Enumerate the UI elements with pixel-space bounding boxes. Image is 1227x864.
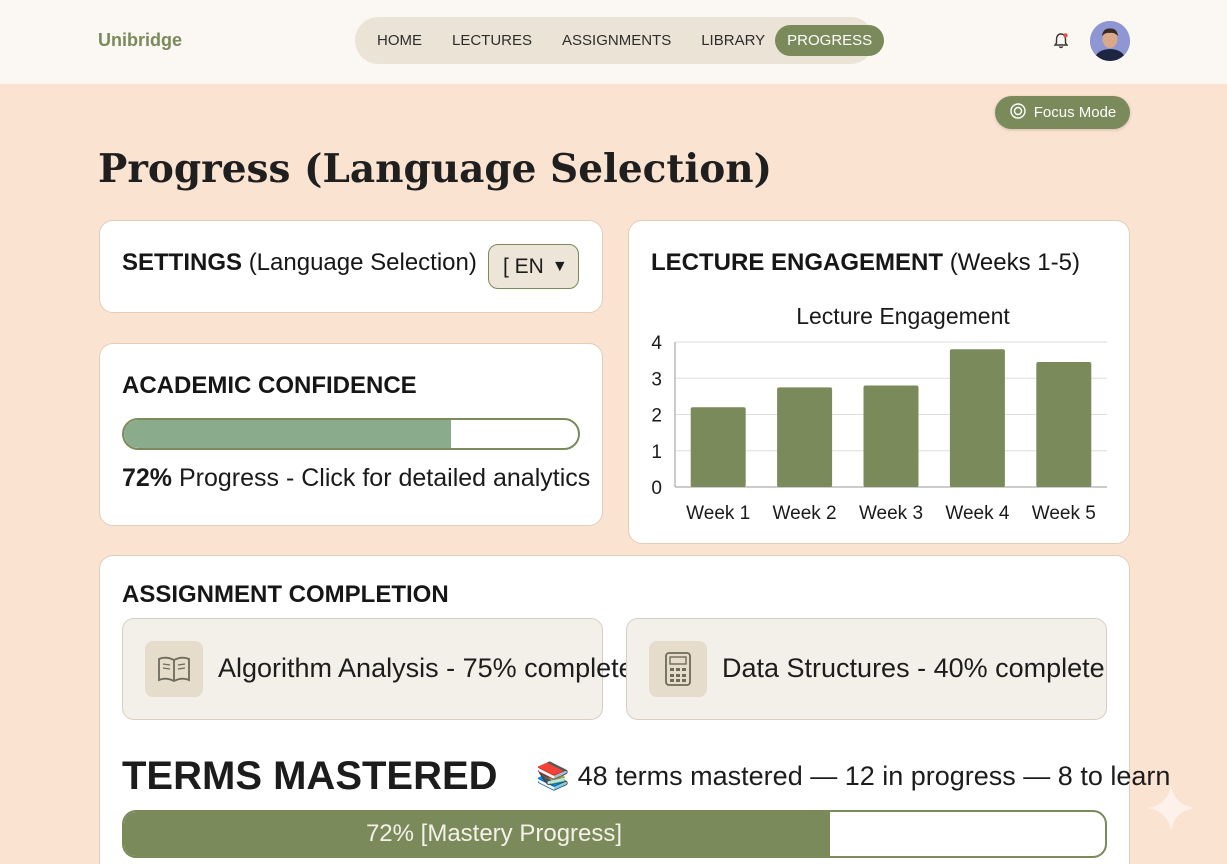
confidence-progress-fill [124,420,451,448]
settings-heading: SETTINGS (Language Selection) [122,249,477,277]
settings-heading-rest: (Language Selection) [248,249,477,276]
academic-confidence-card[interactable]: ACADEMIC CONFIDENCE 72% Progress - Click… [99,343,603,526]
confidence-caption: Progress - Click for detailed analytics [179,464,591,492]
nav-assignments[interactable]: ASSIGNMENTS [554,25,679,56]
engagement-bar-chart: Lecture Engagement 0 1 2 3 4 Week 1 Week 2 Week … [651,303,1107,524]
chart-bar [777,387,833,487]
bell-icon[interactable] [1051,31,1071,51]
chart-y-tick: 0 [651,478,662,499]
chart-x-tick: Week 3 [859,503,923,524]
sparkle-icon [1148,785,1194,831]
chart-x-tick: Week 5 [1032,503,1096,524]
terms-heading: TERMS MASTERED [122,754,498,798]
assignment-tile-data-structures[interactable]: Data Structures - 40% complete [626,618,1107,720]
chart-x-tick: Week 2 [773,503,837,524]
confidence-percent: 72% [122,464,173,492]
main-nav: HOME LECTURES ASSIGNMENTS LIBRARY PROGRE… [355,17,885,64]
chart-x-tick: Week 4 [945,503,1010,524]
chart-bar [1036,361,1092,487]
chart-title: Lecture Engagement [796,303,1010,329]
top-bar: Unibridge HOME LECTURES ASSIGNMENTS LIBR… [0,0,1227,84]
mastery-progress-bar[interactable]: 72% [Mastery Progress] [122,810,1107,858]
chart-bar [863,385,919,487]
chart-y-tick: 4 [651,333,662,354]
chart-y-tick: 2 [651,406,662,427]
confidence-progress-bar[interactable] [122,418,580,450]
confidence-heading: ACADEMIC CONFIDENCE [122,372,417,399]
caret-down-icon: ▼ [551,257,568,275]
assignment-text: Algorithm Analysis - 75% complete [218,653,634,683]
language-select[interactable]: [ EN ▼ [488,244,579,289]
books-icon: 📚 [536,761,570,791]
confidence-progress-text[interactable]: 72% Progress - Click for detailed analyt… [122,464,590,493]
assignment-completion-card: ASSIGNMENT COMPLETION Algorithm Analysis… [99,555,1170,864]
terms-summary-text: 48 terms mastered — 12 in progress — 8 t… [577,760,1171,791]
nav-lectures[interactable]: LECTURES [444,25,540,56]
nav-library[interactable]: LIBRARY [693,25,773,56]
calculator-icon [649,641,707,697]
nav-home[interactable]: HOME [369,25,430,56]
focus-mode-label: Focus Mode [1033,104,1117,121]
chart-y-tick: 3 [651,369,662,390]
settings-card: SETTINGS (Language Selection) [ EN ▼ [99,220,603,313]
focus-mode-button[interactable]: Focus Mode [995,96,1130,129]
user-avatar[interactable] [1090,21,1130,61]
assignment-tile-algorithm-analysis[interactable]: Algorithm Analysis - 75% complete [122,618,634,720]
focus-icon [1009,102,1027,124]
language-value: [ EN [503,254,544,278]
brand-logo[interactable]: Unibridge [98,30,182,51]
book-icon [145,641,203,697]
lecture-engagement-card: LECTURE ENGAGEMENT (Weeks 1-5) Lecture E… [628,220,1130,544]
chart-bar [690,407,746,487]
terms-summary: 📚 48 terms mastered — 12 in progress — 8… [536,760,1170,792]
chart-y-tick: 1 [651,442,662,463]
nav-progress[interactable]: PROGRESS [775,25,885,56]
chart-x-tick: Week 1 [686,503,750,524]
mastery-progress-label: 72% [Mastery Progress] [365,820,623,847]
settings-heading-bold: SETTINGS [122,249,243,276]
page-title: Progress (Language Selection) [98,146,773,192]
chart-bar [949,349,1005,487]
assignment-text: Data Structures - 40% complete [722,653,1105,683]
assignment-heading: ASSIGNMENT COMPLETION [122,581,449,608]
